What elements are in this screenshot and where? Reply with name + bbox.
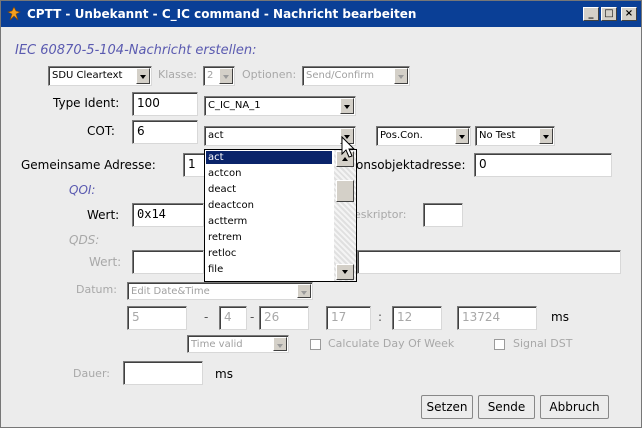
type-ident-label: Type Ident: — [53, 96, 120, 110]
chevron-down-icon — [342, 270, 348, 274]
optionen-select-value: Send/Confirm — [306, 70, 374, 81]
cot-select-value: act — [208, 130, 224, 141]
close-button[interactable]: × — [621, 7, 637, 21]
type-ident-field[interactable]: 100 — [132, 92, 198, 116]
klasse-label: Klasse: — [158, 68, 197, 81]
milliseconds-field[interactable]: 13724 — [457, 306, 537, 330]
app-icon — [7, 6, 21, 21]
qoi-section-label: QOI: — [69, 183, 96, 197]
cot-label: COT: — [87, 124, 115, 138]
pos-con-select[interactable]: Pos.Con. — [376, 126, 471, 146]
ms-unit-label: ms — [551, 310, 569, 324]
chevron-down-icon[interactable] — [297, 284, 311, 298]
optionen-select[interactable]: Send/Confirm — [302, 66, 410, 86]
pos-con-value: Pos.Con. — [380, 130, 423, 141]
deskriptor-label: eskriptor: — [354, 208, 407, 221]
day-field[interactable]: 26 — [259, 306, 309, 330]
dropdown-option-file[interactable]: file — [206, 263, 332, 276]
chevron-down-icon[interactable] — [394, 68, 408, 84]
chevron-down-icon[interactable] — [136, 68, 150, 84]
info-object-address-label: onsobjektadresse: — [356, 158, 466, 172]
scroll-thumb[interactable] — [336, 180, 354, 202]
common-address-field[interactable]: 1 — [183, 153, 205, 177]
dropdown-option-actterm[interactable]: actterm — [206, 215, 332, 228]
chevron-down-icon[interactable] — [219, 68, 233, 84]
klasse-select-value: 2 — [207, 70, 214, 81]
klasse-select[interactable]: 2 — [203, 66, 235, 86]
format-select-value: SDU Cleartext — [52, 70, 123, 81]
cot-select[interactable]: act — [204, 126, 356, 146]
qoi-wert-field[interactable]: 0x14 — [132, 203, 204, 227]
signal-dst-label: Signal DST — [513, 337, 573, 350]
month-field[interactable]: 4 — [219, 306, 247, 330]
qds-section-label: QDS: — [69, 233, 100, 247]
date-separator: - — [204, 310, 209, 324]
datum-select-value: Edit Date&Time — [131, 286, 210, 297]
qoi-wert-label: Wert: — [87, 208, 120, 222]
hour-field[interactable]: 17 — [326, 306, 371, 330]
chevron-down-icon[interactable] — [340, 98, 354, 114]
common-address-label: Gemeinsame Adresse: — [21, 158, 156, 172]
test-select[interactable]: No Test — [475, 126, 555, 146]
minimize-button[interactable]: _ — [583, 7, 599, 21]
test-select-value: No Test — [479, 130, 516, 141]
chevron-down-icon[interactable] — [273, 337, 287, 351]
dropdown-scrollbar[interactable] — [334, 150, 356, 281]
type-ident-select[interactable]: C_IC_NA_1 — [204, 96, 356, 116]
time-valid-select[interactable]: Time valid — [187, 335, 289, 353]
title-bar[interactable]: CPTT - Unbekannt - C_IC command - Nachri… — [1, 1, 641, 27]
dropdown-option-retrem[interactable]: retrem — [206, 231, 332, 244]
dropdown-option-deact[interactable]: deact — [206, 183, 332, 196]
minute-field[interactable]: 12 — [392, 306, 442, 330]
datum-select[interactable]: Edit Date&Time — [127, 282, 313, 300]
calc-dow-checkbox[interactable] — [310, 339, 321, 350]
abbruch-button[interactable]: Abbruch — [540, 395, 609, 419]
optionen-label: Optionen: — [242, 68, 297, 81]
date-separator: - — [250, 310, 255, 324]
dropdown-option-act[interactable]: act — [206, 151, 332, 164]
signal-dst-checkbox[interactable] — [494, 339, 505, 350]
dropdown-option-actcon[interactable]: actcon — [206, 167, 332, 180]
maximize-button[interactable]: □ — [601, 7, 617, 21]
mouse-cursor-icon — [341, 136, 356, 158]
window-title: CPTT - Unbekannt - C_IC command - Nachri… — [27, 7, 417, 21]
dauer-field[interactable] — [123, 361, 203, 385]
chevron-down-icon[interactable] — [539, 128, 553, 144]
setzen-button[interactable]: Setzen — [421, 395, 473, 419]
sende-button[interactable]: Sende — [478, 395, 535, 419]
type-ident-select-value: C_IC_NA_1 — [208, 100, 261, 111]
calc-dow-label: Calculate Day Of Week — [328, 337, 455, 350]
time-separator: : — [378, 310, 383, 324]
datum-label: Datum: — [76, 283, 117, 296]
info-object-address-field[interactable]: 0 — [474, 153, 612, 177]
dropdown-option-deactcon[interactable]: deactcon — [206, 199, 332, 212]
qds-wert-field[interactable] — [132, 250, 204, 274]
time-valid-value: Time valid — [191, 339, 243, 350]
dauer-unit-label: ms — [215, 367, 233, 381]
format-select[interactable]: SDU Cleartext — [48, 66, 152, 86]
qds-wert-label: Wert: — [89, 255, 122, 269]
year-field[interactable]: 5 — [127, 306, 187, 330]
page-title: IEC 60870-5-104-Nachricht erstellen: — [15, 43, 257, 58]
cot-dropdown-list[interactable]: act actcon deact deactcon actterm retrem… — [204, 149, 357, 282]
dauer-label: Dauer: — [73, 367, 110, 380]
deskriptor-field[interactable] — [423, 203, 463, 227]
chevron-down-icon[interactable] — [455, 128, 469, 144]
dropdown-option-retloc[interactable]: retloc — [206, 247, 332, 260]
cot-field[interactable]: 6 — [132, 120, 198, 144]
dialog-window: CPTT - Unbekannt - C_IC command - Nachri… — [0, 0, 642, 428]
scroll-down-button[interactable] — [336, 264, 354, 280]
qds-wert-field-extended[interactable] — [357, 250, 621, 274]
